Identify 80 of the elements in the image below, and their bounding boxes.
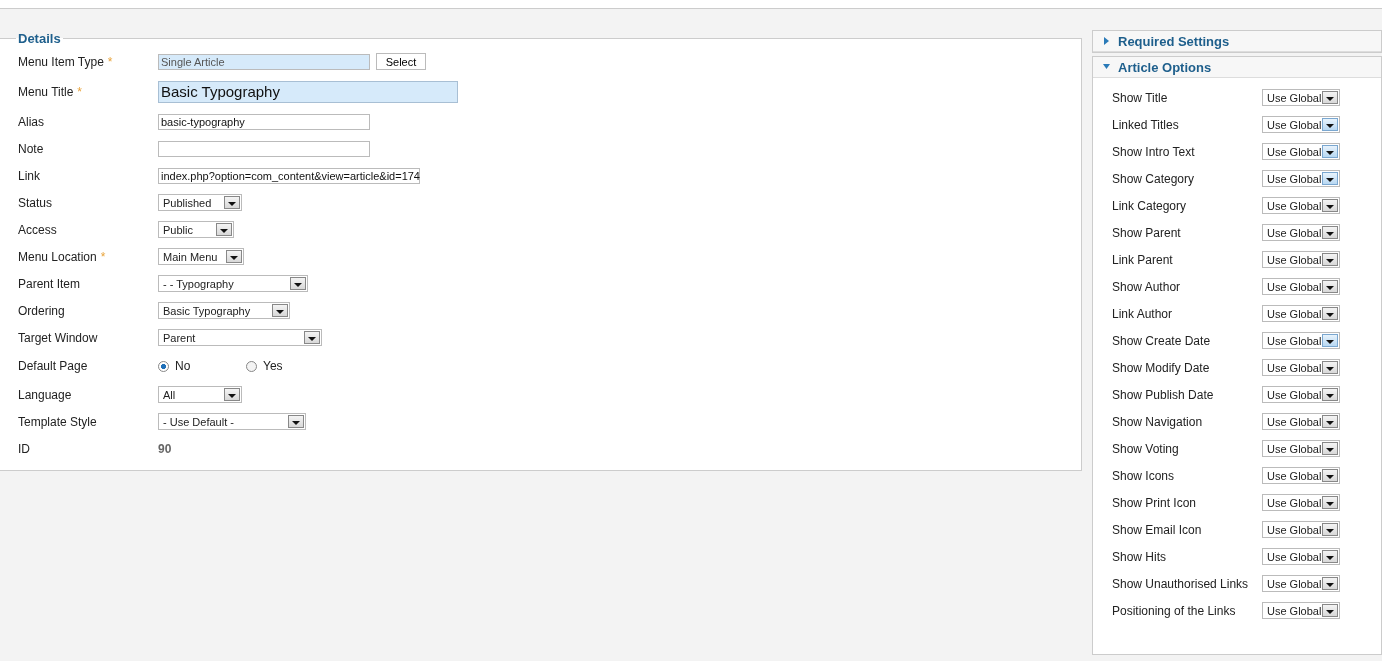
- field-label: ID: [18, 441, 30, 456]
- select-field[interactable]: Use Global: [1262, 359, 1340, 376]
- input-field[interactable]: index.php?option=com_content&view=article&id=174: [158, 167, 420, 184]
- option-label: Show Unauthorised Links: [1112, 576, 1250, 591]
- select-field[interactable]: Use Global: [1262, 521, 1340, 538]
- select-field[interactable]: - Use Default -: [158, 413, 306, 430]
- option-label: Show Publish Date: [1112, 387, 1215, 402]
- select-field[interactable]: Use Global: [1262, 116, 1340, 133]
- panel-title: Details: [17, 31, 62, 46]
- option-label: Show Category: [1112, 171, 1196, 186]
- select-field[interactable]: Use Global: [1262, 413, 1340, 430]
- option-label: Show Print Icon: [1112, 495, 1198, 510]
- section-header[interactable]: Required Settings: [1093, 31, 1381, 52]
- option-label: Positioning of the Links: [1112, 603, 1237, 618]
- section-header[interactable]: Article Options: [1093, 57, 1381, 78]
- radio-option[interactable]: Yes: [246, 359, 334, 373]
- option-label: Show Modify Date: [1112, 360, 1211, 375]
- select-field[interactable]: - - Typography: [158, 275, 308, 292]
- option-label: Show Author: [1112, 279, 1182, 294]
- option-label: Show Navigation: [1112, 414, 1204, 429]
- input-field[interactable]: basic-typography: [158, 113, 370, 130]
- field-label: Parent Item: [18, 276, 81, 291]
- select-field[interactable]: Use Global: [1262, 602, 1340, 619]
- select-field[interactable]: Use Global: [1262, 251, 1340, 268]
- field-label: Menu Item Type: [18, 54, 104, 69]
- field-label: Default Page: [18, 359, 88, 373]
- select-field[interactable]: Use Global: [1262, 332, 1340, 349]
- select-field[interactable]: Use Global: [1262, 224, 1340, 241]
- option-label: Show Title: [1112, 90, 1169, 105]
- option-label: Show Parent: [1112, 225, 1182, 240]
- option-label: Show Intro Text: [1112, 144, 1196, 159]
- option-label: Show Email Icon: [1112, 522, 1203, 537]
- input-field[interactable]: Single Article: [158, 53, 370, 70]
- select-field[interactable]: Use Global: [1262, 548, 1340, 565]
- select-field[interactable]: Public: [158, 221, 234, 238]
- select-field[interactable]: Use Global: [1262, 494, 1340, 511]
- field-label: Status: [18, 195, 53, 210]
- radio-icon[interactable]: [158, 360, 169, 372]
- field-label: Menu Location: [18, 249, 97, 264]
- option-label: Show Create Date: [1112, 333, 1212, 348]
- field-label: Menu Title: [18, 84, 74, 99]
- select-field[interactable]: Use Global: [1262, 575, 1340, 592]
- required-marker: *: [107, 54, 113, 69]
- required-marker: *: [77, 84, 83, 99]
- select-field[interactable]: Main Menu: [158, 248, 244, 265]
- select-field[interactable]: Basic Typography: [158, 302, 290, 319]
- select-field[interactable]: Use Global: [1262, 386, 1340, 403]
- option-label: Show Icons: [1112, 468, 1176, 483]
- select-field[interactable]: Use Global: [1262, 170, 1340, 187]
- option-label: Show Voting: [1112, 441, 1180, 456]
- field-label: Note: [18, 141, 44, 156]
- radio-icon[interactable]: [246, 360, 257, 372]
- select-field[interactable]: Published: [158, 194, 242, 211]
- select-field[interactable]: All: [158, 386, 242, 403]
- option-label: Link Category: [1112, 198, 1188, 213]
- select-field[interactable]: Use Global: [1262, 89, 1340, 106]
- option-label: Link Parent: [1112, 252, 1174, 267]
- radio-option[interactable]: No: [158, 359, 246, 373]
- field-label: Link: [18, 168, 40, 183]
- required-marker: *: [100, 249, 106, 264]
- select-button[interactable]: Select: [376, 53, 426, 70]
- select-field[interactable]: Use Global: [1262, 197, 1340, 214]
- select-field[interactable]: Use Global: [1262, 305, 1340, 322]
- field-label: Access: [18, 222, 57, 237]
- field-label: Alias: [18, 114, 44, 129]
- field-label: Target Window: [18, 330, 98, 345]
- select-field[interactable]: Parent: [158, 329, 322, 346]
- option-label: Link Author: [1112, 306, 1174, 321]
- input-field[interactable]: [158, 140, 370, 157]
- field-label: Template Style: [18, 414, 97, 429]
- id-value: 90: [158, 441, 172, 456]
- select-field[interactable]: Use Global: [1262, 440, 1340, 457]
- field-label: Ordering: [18, 303, 65, 318]
- option-label: Linked Titles: [1112, 117, 1180, 132]
- option-label: Show Hits: [1112, 549, 1168, 564]
- select-field[interactable]: Use Global: [1262, 278, 1340, 295]
- input-field[interactable]: Basic Typography: [158, 80, 458, 103]
- select-field[interactable]: Use Global: [1262, 143, 1340, 160]
- select-field[interactable]: Use Global: [1262, 467, 1340, 484]
- field-label: Language: [18, 387, 72, 402]
